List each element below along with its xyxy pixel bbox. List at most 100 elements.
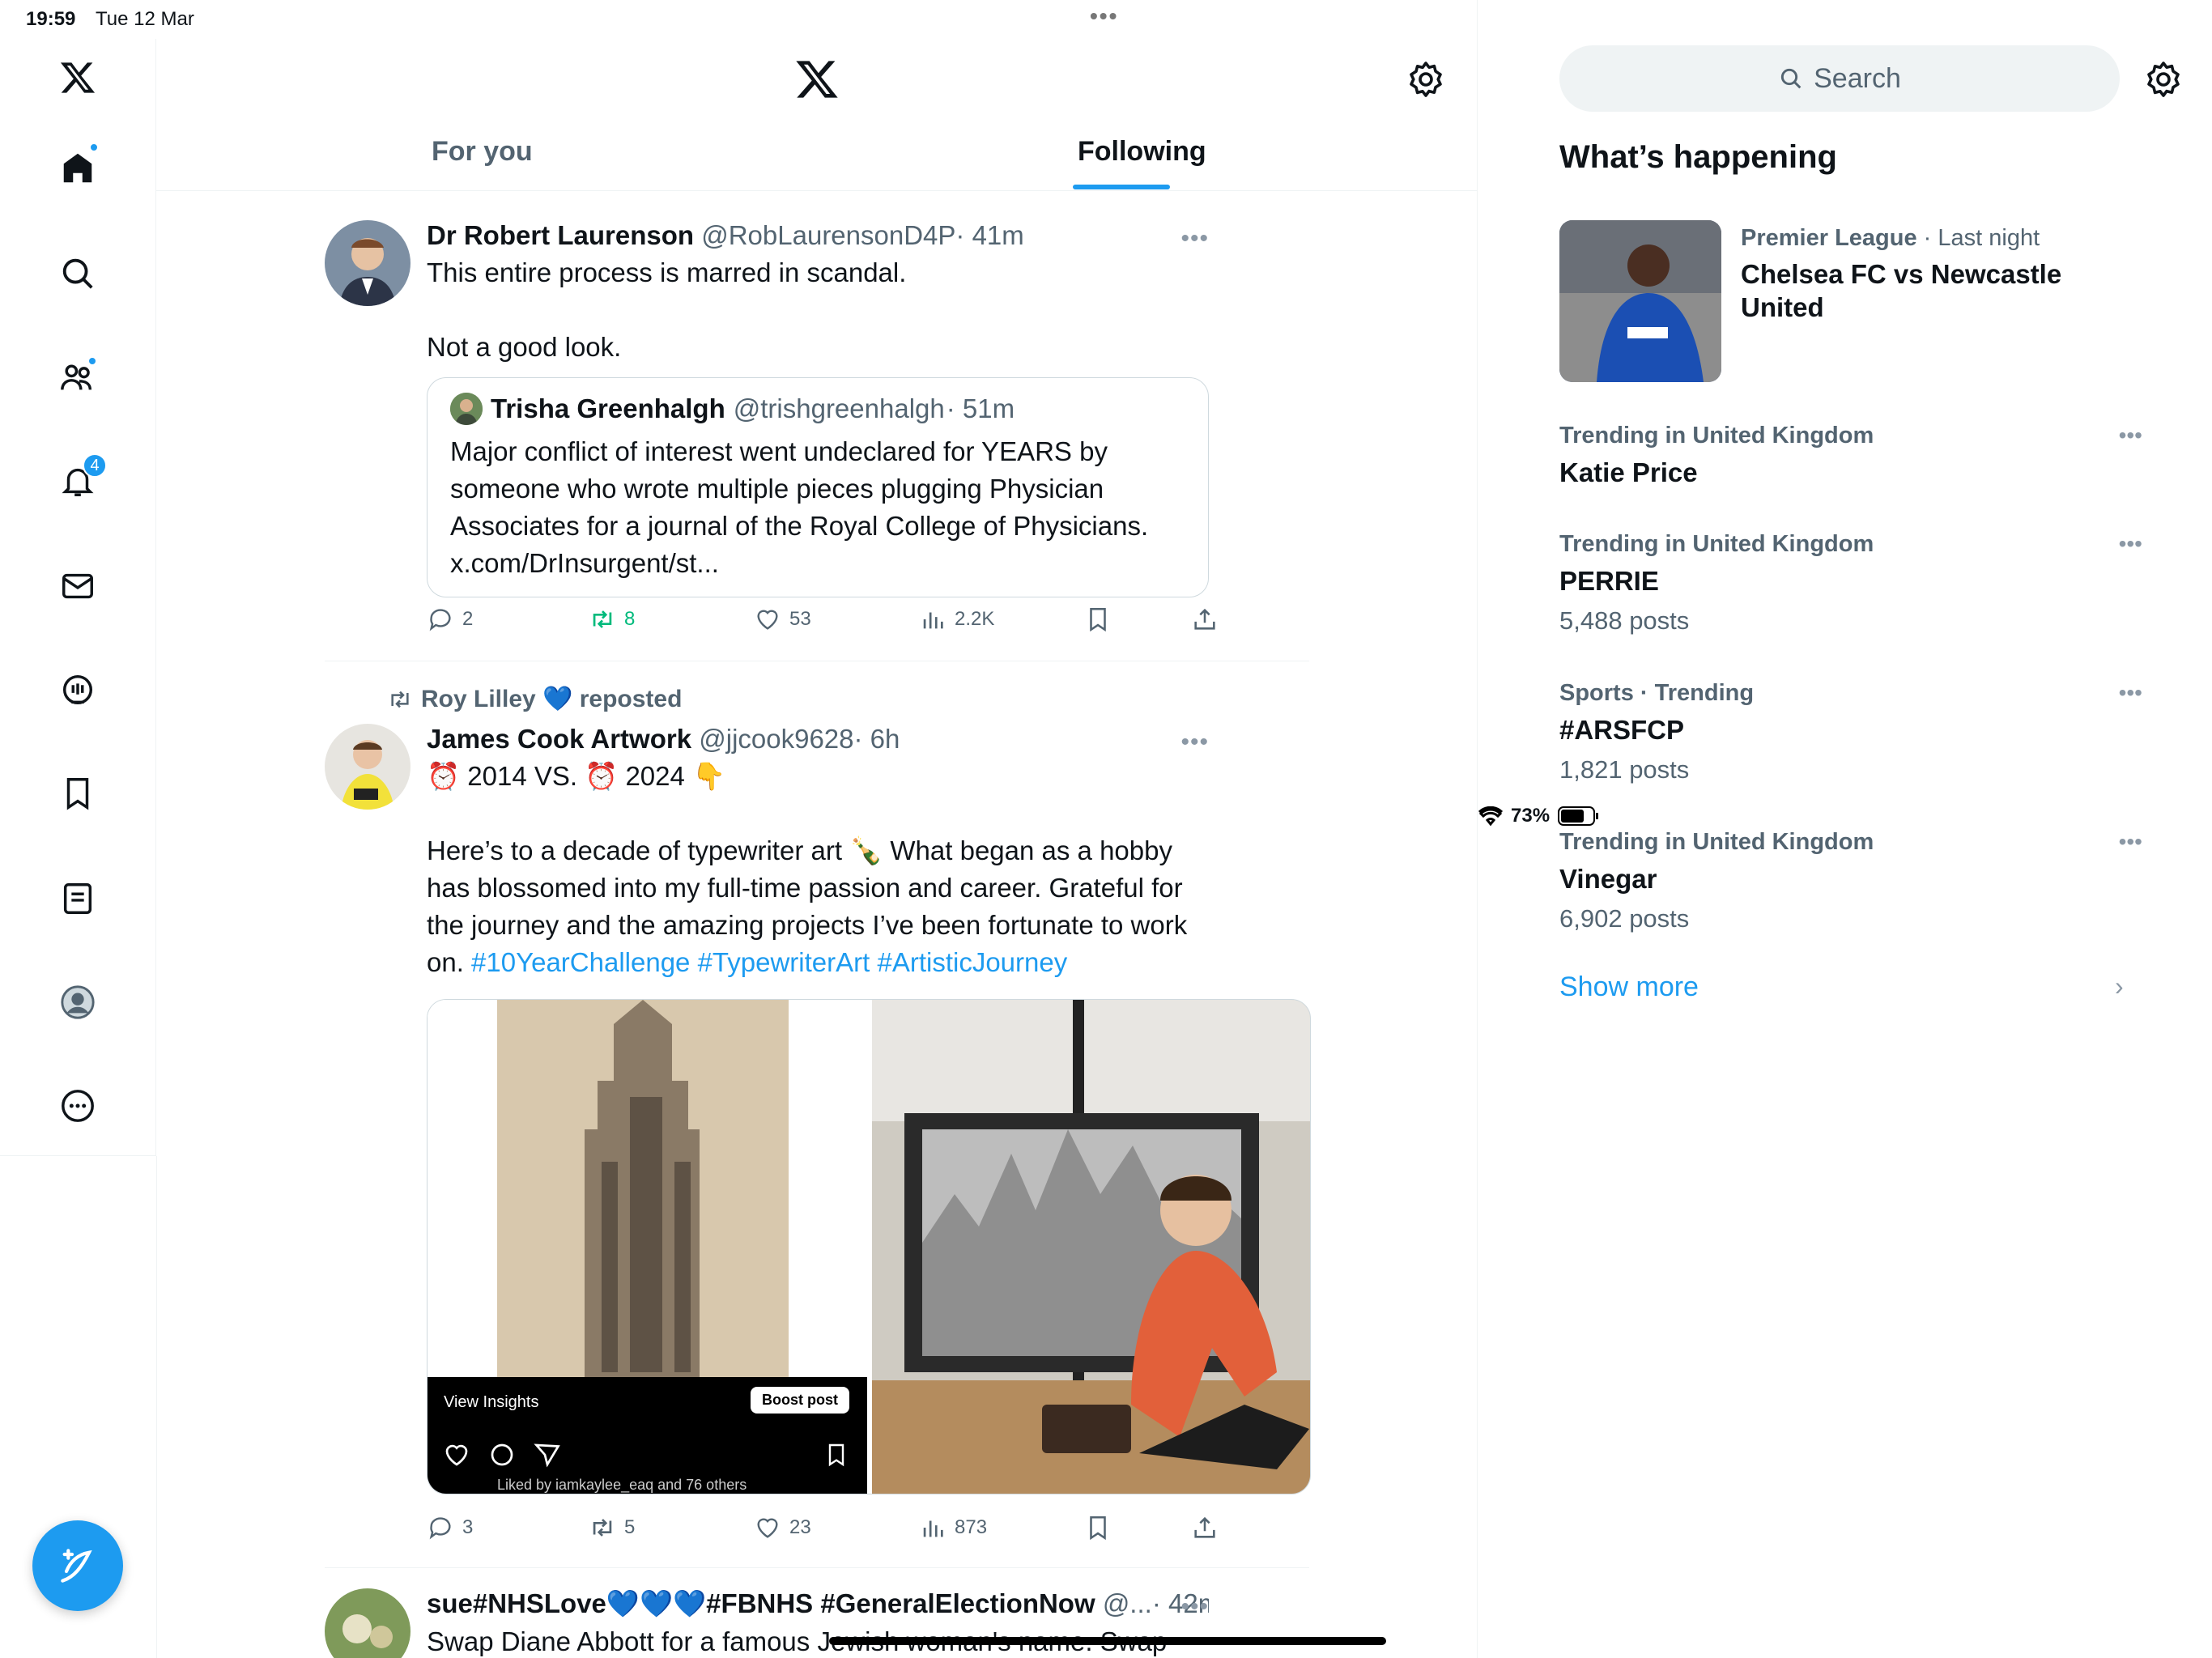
quoted-post[interactable]: Trisha Greenhalgh @trishgreenhalgh · 51m … (427, 377, 1209, 597)
x-logo-icon[interactable] (794, 57, 840, 102)
repost-button[interactable]: 8 (589, 606, 635, 633)
post-actions: 3 5 23 873 (427, 1514, 1215, 1546)
communities-icon[interactable] (52, 351, 104, 403)
trend-post-count: 1,821 posts (1559, 755, 1690, 784)
post-more-icon[interactable]: ••• (1180, 1593, 1209, 1621)
trend-name: #ARSFCP (1559, 715, 1685, 745)
trend-post-count: 5,488 posts (1559, 606, 1690, 635)
trend-item[interactable]: Trending in United Kingdom PERRIE 5,488 … (1559, 531, 2142, 636)
post-header: sue#NHSLove💙💙💙#FBNHS #GeneralElectionNow… (427, 1588, 1209, 1620)
reply-button[interactable]: 2 (427, 606, 473, 633)
ig-share-icon (534, 1443, 560, 1468)
bookmark-button[interactable] (1084, 606, 1112, 633)
featured-trend-when: · Last night (1923, 225, 2040, 251)
reply-count: 2 (462, 608, 474, 630)
spaces-microphone-icon[interactable] (52, 664, 104, 716)
artist-with-artwork-image (872, 1000, 1310, 1494)
like-button[interactable]: 23 (754, 1514, 811, 1541)
whats-happening-title: What’s happening (1559, 139, 1837, 175)
post-text: Here’s to a decade of typewriter art 🍾 W… (427, 832, 1209, 981)
trend-more-icon[interactable]: ••• (2119, 680, 2142, 706)
heart-icon (757, 610, 778, 630)
left-navigation: 4 (0, 39, 156, 1156)
notifications-bell-icon[interactable]: 4 (52, 453, 107, 507)
view-insights-label: View Insights (444, 1393, 539, 1411)
share-button[interactable] (1191, 606, 1219, 633)
x-logo-icon[interactable] (52, 52, 104, 104)
repost-count: 5 (624, 1516, 636, 1538)
home-icon[interactable] (52, 142, 104, 194)
analytics-icon (923, 1520, 943, 1537)
author-avatar[interactable] (325, 1588, 410, 1658)
post[interactable]: sue#NHSLove💙💙💙#FBNHS #GeneralElectionNow… (325, 1588, 1209, 1658)
explore-settings-gear-icon[interactable] (2144, 60, 2183, 99)
share-button[interactable] (1191, 1514, 1219, 1541)
boost-post-label: Boost post (751, 1387, 849, 1414)
repost-indicator[interactable]: Roy Lilley 💙 reposted (387, 685, 682, 713)
post-more-icon[interactable]: ••• (1180, 225, 1209, 253)
home-indicator[interactable] (829, 1637, 1386, 1645)
media-image-drawing[interactable]: View Insights Boost post Liked by iamkay… (428, 1000, 867, 1494)
post[interactable]: Dr Robert Laurenson @RobLaurensonD4P· 41… (325, 220, 1215, 657)
chevron-right-icon[interactable]: › (2115, 971, 2124, 1001)
author-handle[interactable]: @jjcook9628 (699, 724, 853, 754)
more-options-icon[interactable] (52, 1080, 104, 1132)
lists-icon[interactable] (52, 873, 104, 925)
quote-author-handle: @trishgreenhalgh (733, 393, 945, 423)
active-tab-indicator (1073, 185, 1170, 189)
author-avatar[interactable] (325, 724, 410, 810)
quote-author-name: Trisha Greenhalgh (491, 393, 725, 423)
show-more-link[interactable]: Show more (1559, 971, 1699, 1003)
author-handle[interactable]: @... (1103, 1588, 1152, 1618)
post-more-icon[interactable]: ••• (1180, 729, 1209, 756)
bookmark-icon (1090, 607, 1106, 632)
featured-trend-image (1559, 220, 1721, 382)
featured-trend[interactable]: Premier League · Last night Chelsea FC v… (1559, 220, 2142, 382)
post[interactable]: James Cook Artwork @jjcook9628· 6h ••• ⏰… (325, 724, 1311, 1541)
bookmark-button[interactable] (1084, 1514, 1112, 1541)
view-count: 2.2K (955, 608, 995, 630)
post-time[interactable]: · 41m (955, 220, 1023, 250)
repost-button[interactable]: 5 (589, 1514, 635, 1541)
media-image-artist[interactable] (872, 1000, 1310, 1494)
tab-following[interactable]: Following (1078, 136, 1206, 168)
compose-post-button[interactable] (32, 1520, 123, 1611)
author-name[interactable]: James Cook Artwork (427, 724, 691, 754)
bookmarks-icon[interactable] (52, 767, 104, 819)
reply-button[interactable]: 3 (427, 1514, 473, 1541)
post-time[interactable]: · 6h (854, 724, 900, 754)
messages-envelope-icon[interactable] (52, 560, 104, 612)
search-box[interactable]: Search (1559, 45, 2120, 112)
author-name[interactable]: Dr Robert Laurenson (427, 220, 694, 250)
trend-meta: Trending in United Kingdom (1559, 423, 1874, 449)
trend-item[interactable]: Sports · Trending #ARSFCP 1,821 posts ••… (1559, 680, 2142, 784)
trend-more-icon[interactable]: ••• (2119, 829, 2142, 855)
heart-icon (757, 1518, 778, 1538)
trend-meta: Trending in United Kingdom (1559, 531, 1874, 557)
repost-icon (391, 691, 409, 708)
trend-more-icon[interactable]: ••• (2119, 423, 2142, 449)
trend-more-icon[interactable]: ••• (2119, 531, 2142, 557)
post-first-line: ⏰ 2014 VS. ⏰ 2024 👇 (427, 761, 726, 791)
views-button[interactable]: 873 (919, 1514, 987, 1541)
views-button[interactable]: 2.2K (919, 606, 994, 633)
author-avatar[interactable] (325, 220, 410, 306)
quote-time: · 51m (946, 393, 1015, 423)
author-handle[interactable]: @RobLaurensonD4P (701, 220, 955, 250)
search-icon[interactable] (52, 248, 104, 300)
timeline-settings-gear-icon[interactable] (1406, 60, 1445, 99)
author-name[interactable]: sue#NHSLove💙💙💙#FBNHS #GeneralElectionNow (427, 1588, 1095, 1618)
like-button[interactable]: 53 (754, 606, 811, 633)
trend-item[interactable]: Trending in United Kingdom Katie Price •… (1559, 423, 2142, 488)
like-count: 53 (789, 608, 811, 630)
repost-count: 8 (624, 608, 636, 630)
repost-icon (593, 1519, 612, 1537)
home-unread-dot (89, 142, 99, 152)
analytics-icon (923, 612, 943, 629)
profile-avatar-icon[interactable] (52, 976, 104, 1028)
reply-icon (429, 1517, 451, 1540)
post-hashtags[interactable]: #10YearChallenge #TypewriterArt #Artisti… (471, 947, 1067, 977)
trend-item[interactable]: Trending in United Kingdom Vinegar 6,902… (1559, 829, 2142, 933)
tab-for-you[interactable]: For you (432, 136, 533, 168)
post-media[interactable]: View Insights Boost post Liked by iamkay… (427, 999, 1311, 1494)
